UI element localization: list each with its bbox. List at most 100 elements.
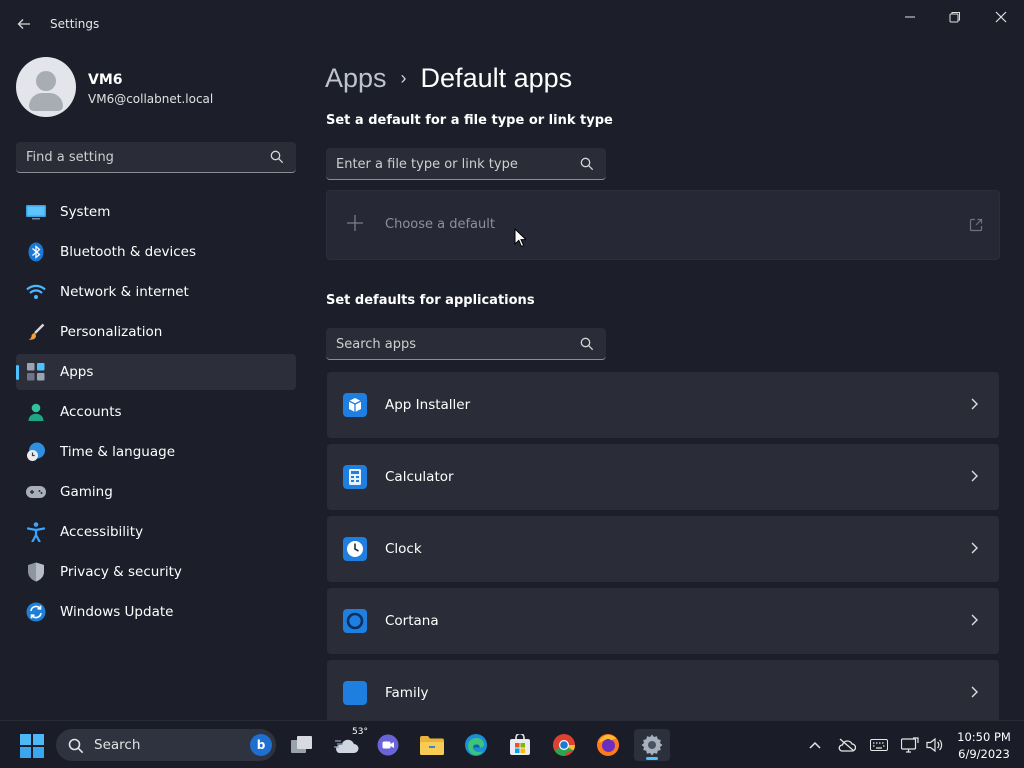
title-bar: Settings [0,0,1024,48]
chat-icon [377,734,399,756]
family-icon [343,681,367,705]
sidebar-item-privacy-security[interactable]: Privacy & security [16,554,296,590]
taskbar-store[interactable] [502,729,538,761]
taskbar-file-explorer[interactable] [414,729,450,761]
paintbrush-icon [26,323,46,341]
bluetooth-icon [26,242,46,262]
choose-default-card: Choose a default [326,190,1000,260]
sidebar-item-gaming[interactable]: Gaming [16,474,296,510]
sidebar-item-network[interactable]: Network & internet [16,274,296,310]
windows-logo-icon [20,734,44,758]
settings-search-input[interactable] [26,148,266,166]
app-row-family[interactable]: Family [327,660,999,726]
sidebar-item-time-language[interactable]: Time & language [16,434,296,470]
chevron-right-icon [971,470,978,482]
taskbar-task-view[interactable] [284,729,320,761]
taskbar-settings[interactable] [634,729,670,761]
close-button[interactable] [986,6,1016,28]
app-list: App Installer Calculator Clock Cortana F… [327,372,999,732]
app-name: App Installer [385,397,471,413]
keyboard-icon [870,739,888,751]
breadcrumb: Apps › Default apps [325,58,572,98]
sidebar-item-system[interactable]: System [16,194,296,230]
taskbar-firefox[interactable] [590,729,626,761]
taskbar-widgets[interactable]: 53° [328,727,368,761]
app-row-calculator[interactable]: Calculator [327,444,999,510]
tray-overflow-button[interactable] [806,736,824,754]
sidebar-item-label: Personalization [60,324,163,340]
back-button[interactable] [14,14,34,34]
calculator-icon [343,465,367,489]
sidebar-item-label: Windows Update [60,604,174,620]
shield-icon [26,562,46,582]
store-bag-icon [510,734,530,755]
sidebar-item-label: Time & language [60,444,176,460]
apps-section-title: Set defaults for applications [326,293,535,308]
restore-button[interactable] [940,6,970,28]
settings-search-box[interactable] [16,142,296,173]
search-icon [580,157,594,171]
taskbar-edge[interactable] [458,729,494,761]
chevron-right-icon [971,686,978,698]
chevron-right-icon [971,614,978,626]
taskbar-chrome[interactable] [546,729,582,761]
sidebar-nav: System Bluetooth & devices Network & int… [16,194,296,634]
monitor-icon [26,203,46,221]
tray-onedrive[interactable] [838,736,856,754]
app-name: Calculator [385,469,454,485]
chevron-right-icon [971,542,978,554]
search-icon [270,150,284,164]
weather-cloud-icon [334,739,359,753]
weather-temperature: 53° [352,727,368,737]
tray-volume[interactable] [926,736,944,754]
sidebar-item-apps[interactable]: Apps [16,354,296,390]
app-row-cortana[interactable]: Cortana [327,588,999,654]
sidebar-item-windows-update[interactable]: Windows Update [16,594,296,630]
sidebar-item-label: Privacy & security [60,564,182,580]
taskbar-search-label: Search [94,737,141,753]
app-row-app-installer[interactable]: App Installer [327,372,999,438]
sidebar-item-label: Network & internet [60,284,189,300]
gamepad-icon [26,483,46,501]
sidebar-item-label: Gaming [60,484,113,500]
user-name: VM6 [88,72,123,88]
network-monitor-icon [901,737,919,753]
app-name: Cortana [385,613,439,629]
choose-default-label: Choose a default [385,217,495,232]
sidebar-item-personalization[interactable]: Personalization [16,314,296,350]
sidebar-item-bluetooth[interactable]: Bluetooth & devices [16,234,296,270]
gear-icon [641,734,663,756]
taskbar-clock-date[interactable]: 6/9/2023 [952,747,1016,761]
sidebar-item-accessibility[interactable]: Accessibility [16,514,296,550]
person-icon [26,403,46,421]
taskbar-clock-time[interactable]: 10:50 PM [952,730,1016,744]
apps-search-input[interactable] [336,335,566,353]
globe-clock-icon [26,442,46,461]
search-icon [580,337,594,351]
apps-search-box[interactable] [326,328,606,360]
app-installer-icon [343,393,367,417]
start-button[interactable] [20,734,44,758]
sidebar-item-label: Apps [60,364,94,380]
avatar[interactable] [16,57,76,117]
file-type-search-box[interactable] [326,148,606,180]
update-icon [26,602,46,622]
taskbar-search[interactable]: Search b [56,729,276,761]
app-name: Clock [385,541,422,557]
file-type-section-title: Set a default for a file type or link ty… [326,113,613,128]
restore-icon [949,12,960,23]
file-type-search-input[interactable] [336,155,566,173]
breadcrumb-parent-link[interactable]: Apps [325,63,387,94]
tray-network[interactable] [901,736,919,754]
sidebar-item-accounts[interactable]: Accounts [16,394,296,430]
taskbar-teams-chat[interactable] [370,729,406,761]
open-external-icon [969,218,983,232]
cloud-offline-icon [838,738,856,752]
tray-keyboard[interactable] [870,736,888,754]
minimize-button[interactable] [895,6,925,28]
sidebar-item-label: Accounts [60,404,122,420]
app-row-clock[interactable]: Clock [327,516,999,582]
search-icon [68,738,84,754]
mouse-cursor-icon [514,228,526,248]
task-view-icon [291,736,312,753]
